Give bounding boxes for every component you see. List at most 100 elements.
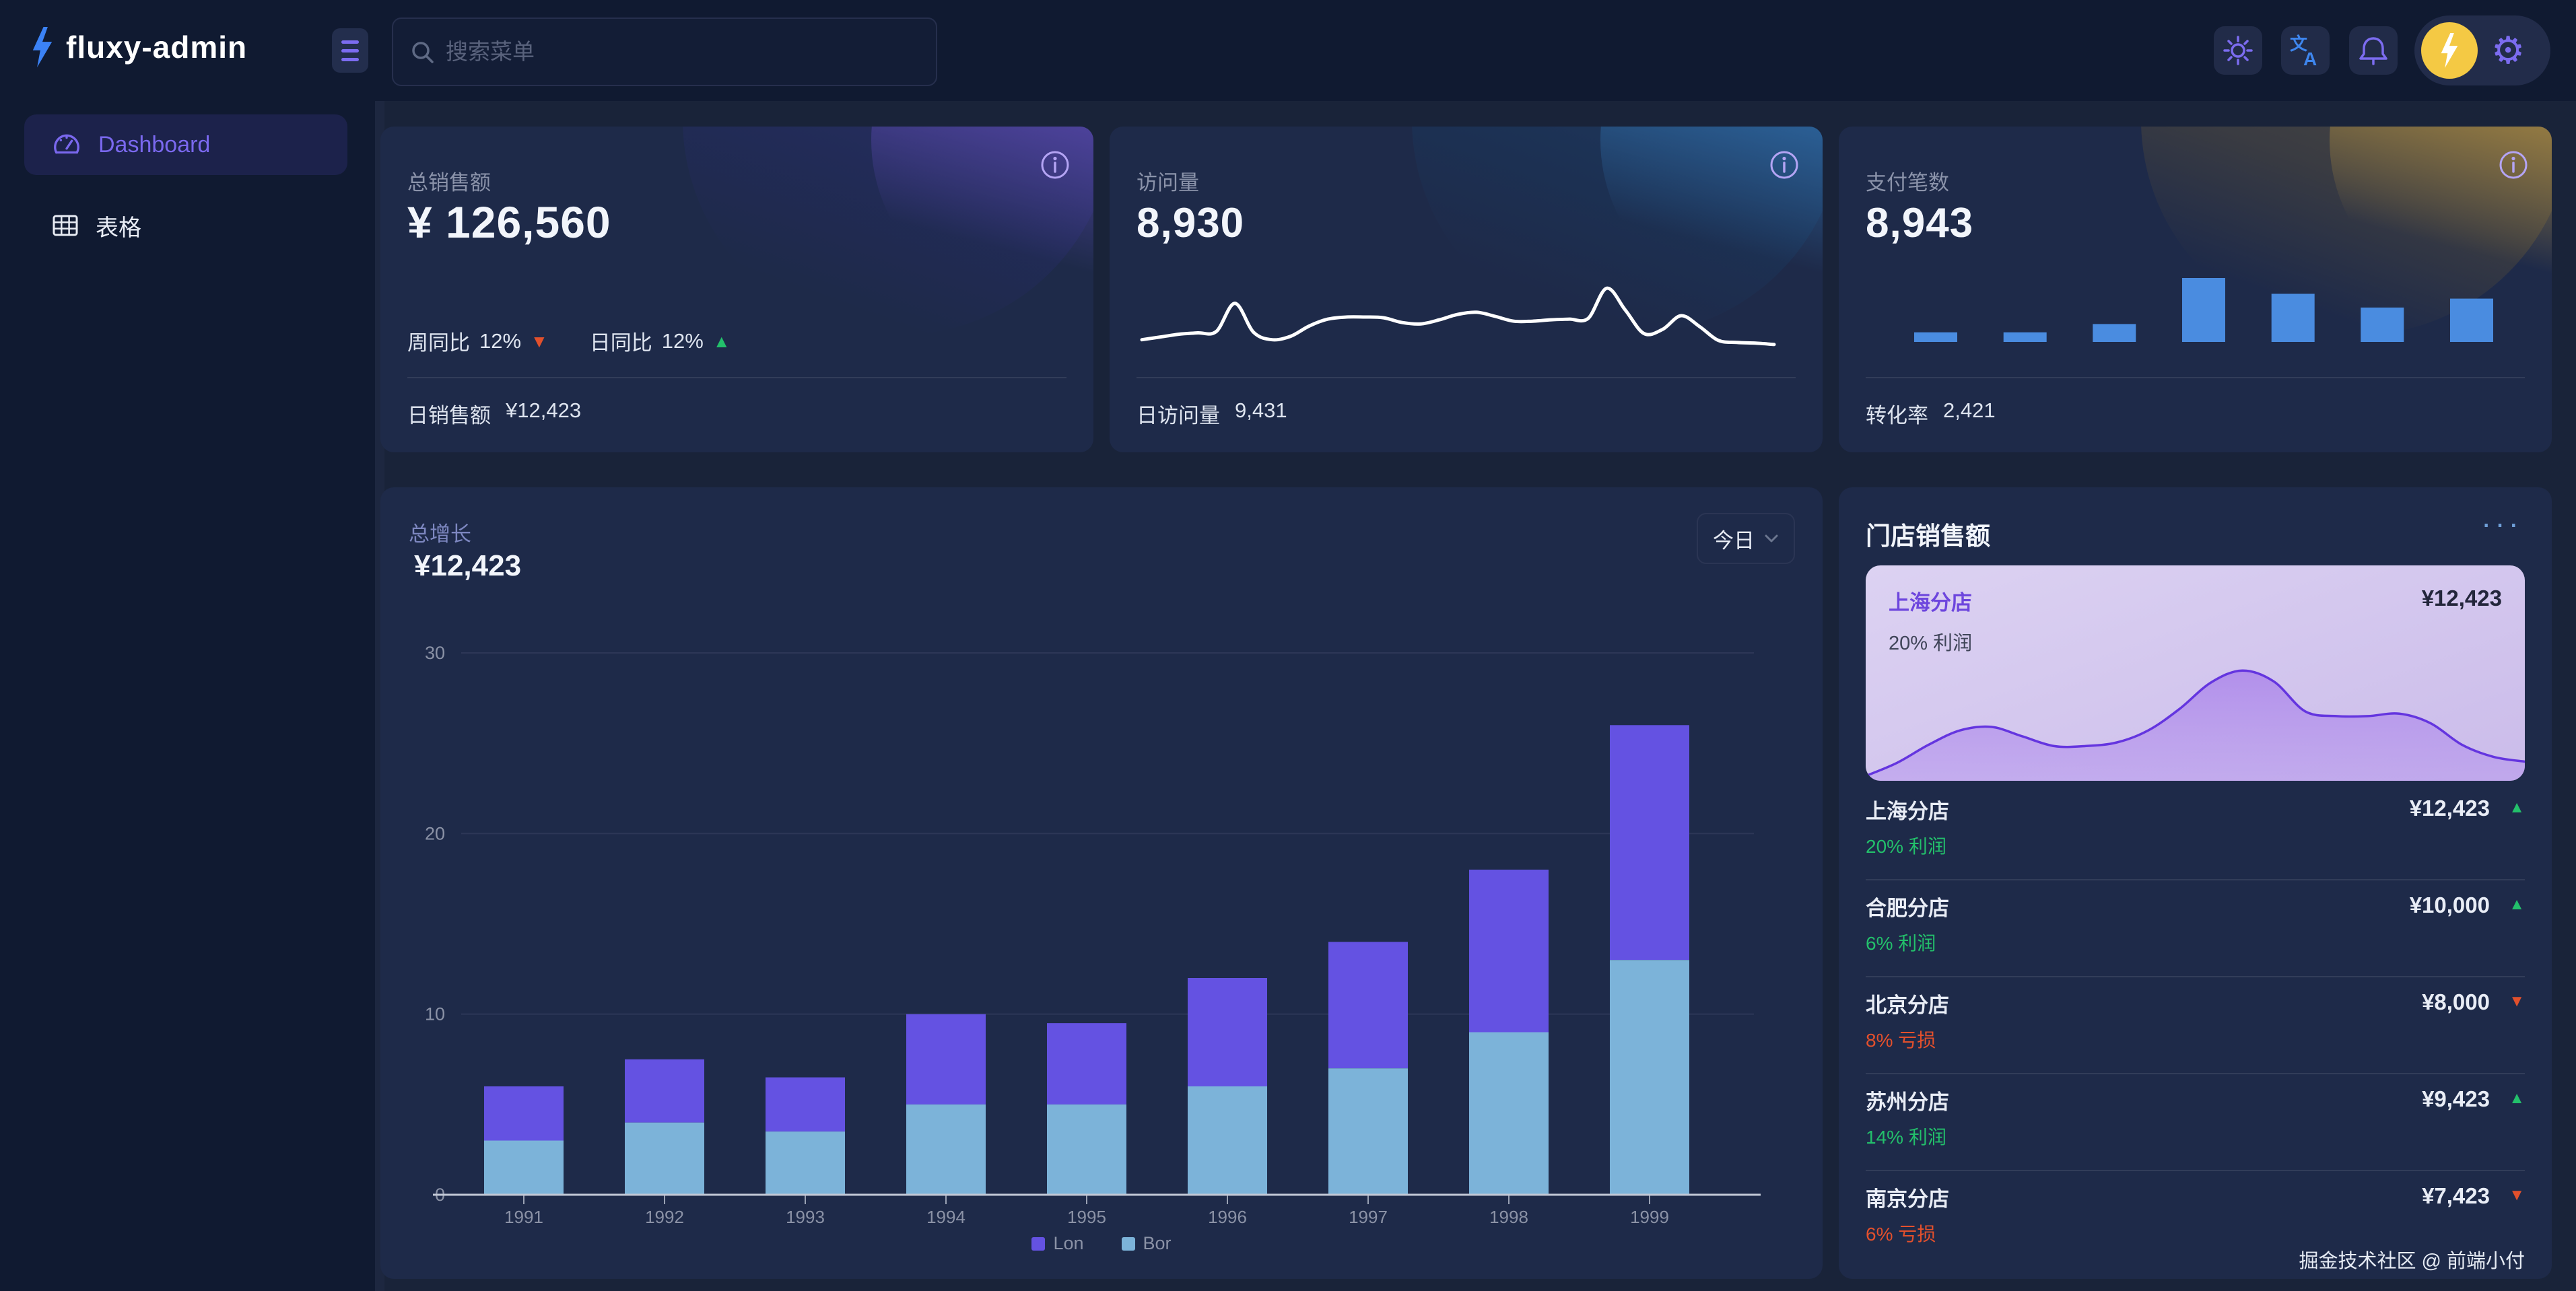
sidebar-item-label: 表格	[96, 209, 141, 242]
avatar-lightning-icon	[2438, 33, 2461, 68]
payments-value: 8,943	[1866, 199, 1973, 247]
trend-down-icon: ▼	[531, 333, 548, 350]
trend-up-icon: ▲	[2509, 800, 2525, 816]
trend-down-icon: ▼	[2509, 1187, 2525, 1203]
range-select[interactable]: 今日	[1697, 513, 1795, 564]
daily-visits-value: 9,431	[1235, 398, 1287, 429]
trend-up-icon: ▲	[2509, 897, 2525, 913]
week-ratio-value: 12%	[479, 329, 521, 353]
theme-toggle-button[interactable]	[2214, 26, 2262, 75]
svg-text:20: 20	[425, 823, 445, 843]
avatar[interactable]	[2421, 22, 2478, 79]
legend-swatch	[1122, 1237, 1135, 1251]
legend-swatch	[1031, 1237, 1045, 1251]
svg-text:1999: 1999	[1630, 1207, 1669, 1227]
store-row[interactable]: 上海分店 20% 利润 ¥12,423 ▲	[1839, 783, 2552, 880]
card-total-growth: 0102030199119921993199419951996199719981…	[380, 487, 1823, 1279]
menu-toggle-button[interactable]	[332, 28, 368, 73]
store-value: ¥8,000	[2422, 989, 2490, 1015]
lightning-logo-icon	[30, 27, 55, 67]
more-options-icon[interactable]: ···	[2481, 505, 2522, 541]
payments-minibar-chart[interactable]	[1914, 269, 2493, 343]
legend-item-lon[interactable]: Lon	[1031, 1233, 1083, 1254]
divider	[1866, 377, 2525, 378]
sidebar-item-dashboard[interactable]: Dashboard	[24, 114, 347, 175]
divider	[1137, 377, 1796, 378]
svg-text:A: A	[2303, 48, 2317, 67]
legend-label: Lon	[1053, 1233, 1083, 1254]
store-value: ¥10,000	[2410, 893, 2490, 918]
svg-text:1997: 1997	[1349, 1207, 1388, 1227]
daily-sales-value: ¥12,423	[506, 398, 581, 429]
info-icon[interactable]	[1769, 149, 1800, 180]
svg-text:1998: 1998	[1489, 1207, 1528, 1227]
trend-down-icon: ▼	[2509, 993, 2525, 1010]
topbar: fluxy-admin 文 A	[0, 0, 2576, 101]
store-trend-label: 6% 亏损	[1866, 1220, 1936, 1247]
card-title: 总销售额	[407, 166, 491, 196]
store-row[interactable]: 合肥分店 6% 利润 ¥10,000 ▲	[1839, 880, 2552, 977]
svg-text:1993: 1993	[786, 1207, 825, 1227]
featured-store-profit: 20% 利润	[1889, 627, 1972, 656]
store-row[interactable]: 苏州分店 14% 利润 ¥9,423 ▲	[1839, 1074, 2552, 1171]
sidebar-item-label: Dashboard	[98, 132, 210, 158]
hamburger-icon	[341, 40, 359, 44]
week-ratio-label: 周同比	[407, 326, 470, 356]
svg-text:1994: 1994	[926, 1207, 965, 1227]
daily-sales-label: 日销售额	[407, 398, 491, 429]
stores-title: 门店销售额	[1866, 516, 1990, 552]
card-footer: 日销售额 ¥12,423	[407, 398, 581, 429]
conversion-label: 转化率	[1866, 398, 1928, 429]
language-switch-button[interactable]: 文 A	[2281, 26, 2330, 75]
featured-store-card[interactable]: 上海分店 ¥12,423 20% 利润	[1866, 565, 2525, 781]
store-trend-label: 8% 亏损	[1866, 1026, 1936, 1053]
store-value: ¥9,423	[2422, 1086, 2490, 1112]
user-menu[interactable]: ⚙	[2414, 15, 2550, 85]
growth-value: ¥12,423	[414, 549, 521, 583]
chevron-down-icon	[1764, 534, 1779, 543]
card-footer: 转化率 2,421	[1866, 398, 1996, 429]
featured-store-name: 上海分店	[1889, 586, 1972, 616]
growth-title: 总增长	[409, 517, 471, 547]
panel-store-sales: 门店销售额 ··· 上海分店 ¥12,423 20% 利润 上海分店 20% 利…	[1839, 487, 2552, 1279]
bell-icon	[2358, 34, 2389, 67]
info-icon[interactable]	[1040, 149, 1071, 180]
daily-visits-label: 日访问量	[1137, 398, 1220, 429]
search-input[interactable]	[393, 19, 936, 85]
card-total-sales: 总销售额 ¥ 126,560 周同比 12% ▼ 日同比 12% ▲ 日销售额 …	[380, 127, 1093, 452]
store-trend-label: 14% 利润	[1866, 1123, 1946, 1150]
card-payments: 支付笔数 8,943 转化率 2,421	[1839, 127, 2552, 452]
growth-stacked-bar-chart[interactable]: 0102030199119921993199419951996199719981…	[380, 487, 1823, 1279]
featured-area-chart	[1866, 661, 2525, 781]
store-trend-label: 6% 利润	[1866, 929, 1936, 956]
svg-text:1996: 1996	[1208, 1207, 1247, 1227]
search-bar	[392, 18, 937, 86]
conversion-value: 2,421	[1943, 398, 1996, 429]
store-value: ¥7,423	[2422, 1183, 2490, 1209]
store-name: 北京分店	[1866, 988, 1949, 1018]
svg-text:30: 30	[425, 643, 445, 663]
trend-up-icon: ▲	[713, 333, 731, 350]
legend-item-bor[interactable]: Bor	[1122, 1233, 1172, 1254]
sidebar: Dashboard 表格	[0, 101, 376, 1291]
store-name: 苏州分店	[1866, 1085, 1949, 1115]
store-row[interactable]: 北京分店 8% 亏损 ¥8,000 ▼	[1839, 977, 2552, 1074]
notifications-button[interactable]	[2349, 26, 2398, 75]
sidebar-item-table[interactable]: 表格	[24, 202, 347, 249]
brand-logo: fluxy-admin	[30, 27, 247, 67]
settings-gear-icon[interactable]: ⚙	[2491, 32, 2525, 69]
card-footer: 日访问量 9,431	[1137, 398, 1287, 429]
gauge-icon	[51, 129, 82, 160]
sun-icon	[2223, 35, 2253, 66]
info-icon[interactable]	[2498, 149, 2529, 180]
translate-icon: 文 A	[2289, 34, 2322, 67]
store-trend-label: 20% 利润	[1866, 832, 1946, 859]
range-select-value: 今日	[1713, 524, 1755, 554]
trend-up-icon: ▲	[2509, 1090, 2525, 1107]
featured-store-value: ¥12,423	[2422, 586, 2502, 611]
legend-label: Bor	[1143, 1233, 1172, 1254]
divider	[407, 377, 1066, 378]
card-title: 支付笔数	[1866, 166, 1949, 196]
total-sales-value: ¥ 126,560	[407, 197, 611, 248]
visits-sparkline-chart[interactable]	[1137, 276, 1780, 355]
